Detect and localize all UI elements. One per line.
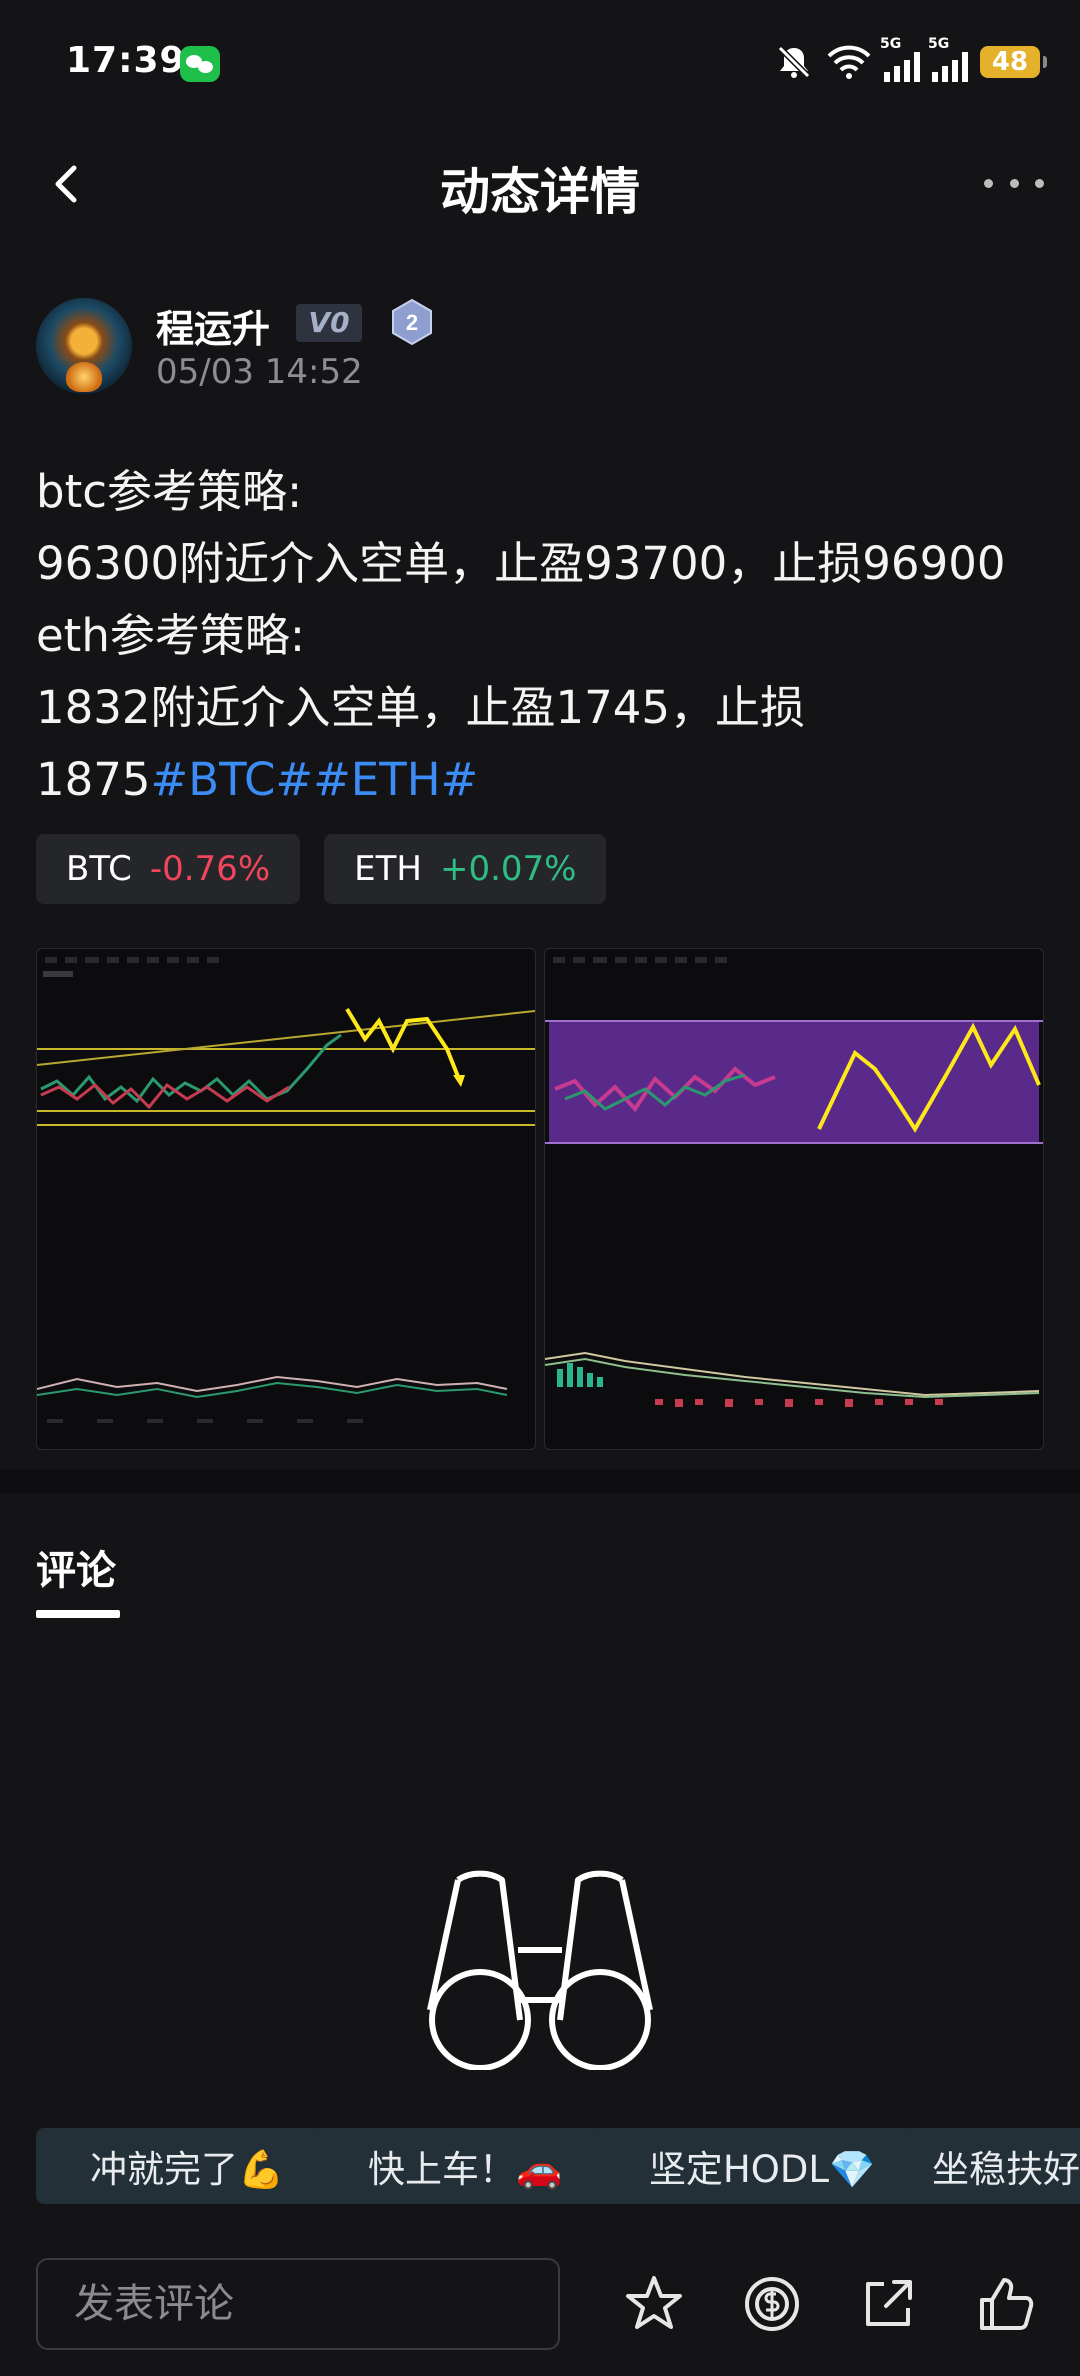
post-image-eth-chart[interactable] (544, 948, 1044, 1450)
quick-reply-chip[interactable]: 快上车！🚗 (314, 2128, 616, 2204)
star-icon[interactable] (622, 2272, 686, 2336)
vip-badge: V0 (296, 304, 362, 342)
ticker-symbol: ETH (354, 849, 422, 889)
author-name[interactable]: 程运升 (156, 298, 270, 353)
level-number: 2 (406, 310, 418, 335)
battery-icon: 48 (980, 46, 1047, 78)
quick-reply-chip[interactable]: 冲就完了💪 (36, 2128, 338, 2204)
hashtag-link[interactable]: #BTC##ETH# (151, 753, 479, 806)
ticker-chip-btc[interactable]: BTC -0.76% (36, 834, 301, 904)
signal-icon: 5G (880, 36, 920, 82)
section-divider (0, 1470, 1080, 1494)
ticker-symbol: BTC (66, 849, 132, 889)
wifi-icon (827, 45, 871, 79)
network-type-2: 5G (928, 36, 950, 52)
post-time: 05/03 14:52 (156, 352, 363, 392)
mute-bell-icon (777, 45, 811, 79)
avatar[interactable] (36, 298, 132, 394)
like-icon[interactable] (974, 2272, 1038, 2336)
comment-input[interactable]: 发表评论 (36, 2258, 560, 2350)
post-line: eth参考策略: (36, 609, 306, 662)
tab-underline (36, 1610, 120, 1618)
network-type-1: 5G (880, 36, 902, 52)
binoculars-icon (427, 1870, 653, 2070)
ticker-change: +0.07% (439, 849, 577, 889)
ticker-change: -0.76% (149, 849, 271, 889)
post-line: 96300附近介入空单，止盈93700，止损96900 (36, 537, 1006, 590)
signal-icon: 5G (928, 36, 968, 82)
status-icons: 5G 5G 48 (774, 36, 1047, 84)
tip-coin-icon[interactable] (740, 2272, 804, 2336)
ticker-chips: BTC -0.76% ETH +0.07% (36, 834, 607, 904)
post-image-btc-chart[interactable] (36, 948, 536, 1450)
post-line: 1832附近介入空单，止盈1745，止损 (36, 681, 806, 734)
post-content: btc参考策略: 96300附近介入空单，止盈93700，止损96900 eth… (36, 456, 1046, 816)
post-line: 1875 (36, 753, 151, 806)
post-line: btc参考策略: (36, 465, 303, 518)
quick-reply-chip[interactable]: 坚定HODL💎 (594, 2128, 930, 2204)
page-title: 动态详情 (440, 163, 640, 221)
status-time: 17:39 (66, 40, 186, 81)
share-icon[interactable] (856, 2272, 920, 2336)
level-badge: 2 (392, 298, 432, 346)
tab-comments[interactable]: 评论 (36, 1538, 116, 1596)
quick-reply-chip[interactable]: 坐稳扶好 (908, 2128, 1080, 2204)
ticker-chip-eth[interactable]: ETH +0.07% (324, 834, 607, 904)
status-bar: 17:39 5G 5G 48 (0, 0, 1080, 128)
wechat-icon (180, 46, 220, 82)
more-dots-icon[interactable] (984, 168, 1044, 198)
